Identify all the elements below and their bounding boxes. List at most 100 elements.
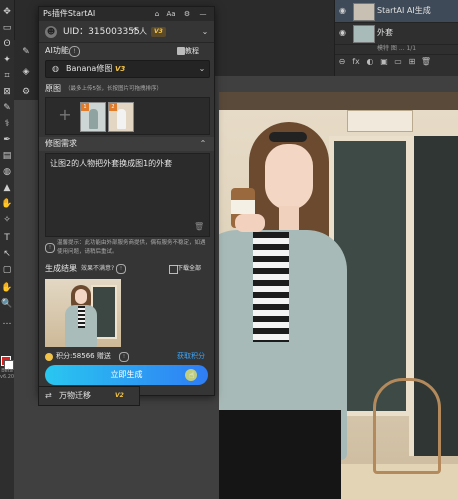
model-figure: [117, 109, 126, 129]
brush-panel-icon[interactable]: ✎: [20, 46, 32, 58]
requirement-text: 让图2的人物把外套换成图1的外套: [50, 159, 173, 168]
add-image-icon[interactable]: +: [56, 106, 74, 124]
plan-label: 个人: [131, 27, 147, 36]
zoom-tool-icon[interactable]: 🔍: [1, 298, 13, 310]
account-bar: ☻ UID：315003355 个人 V3 ⌄: [39, 23, 214, 41]
adjustment-layer-icon[interactable]: ▣: [377, 55, 391, 69]
stamp-tool-icon[interactable]: ▤: [1, 150, 13, 162]
type-tool-icon[interactable]: T: [1, 232, 13, 244]
layer-row[interactable]: ◉ StartAI AI生成: [335, 0, 458, 23]
delete-layer-icon[interactable]: 🗑: [419, 55, 433, 69]
points-balance: 积分:58566 赠送: [56, 352, 111, 360]
marquee-tool-icon[interactable]: ▭: [1, 22, 13, 34]
panel-icon-strip: ✎ ◈ ⚙: [14, 40, 38, 100]
lasso-tool-icon[interactable]: ʘ: [1, 38, 13, 50]
transfer-icon: ⇄: [45, 391, 52, 400]
more-tools-icon[interactable]: …: [1, 316, 13, 328]
result-feedback-link[interactable]: 效果不满意?: [81, 263, 114, 275]
mask-icon[interactable]: ◐: [363, 55, 377, 69]
divider: [39, 42, 214, 43]
chevron-up-icon[interactable]: ⌃: [197, 138, 209, 150]
visibility-eye-icon[interactable]: ◉: [339, 6, 349, 16]
requirement-section-header[interactable]: 修图需求 ⌃: [39, 137, 214, 151]
result-thumbnail[interactable]: [45, 279, 121, 347]
minimize-icon[interactable]: —: [197, 8, 209, 20]
uploaded-thumbnail[interactable]: 2: [108, 102, 134, 132]
rectangle-tool-icon[interactable]: ▢: [1, 264, 13, 276]
info-icon[interactable]: !: [69, 46, 80, 57]
transfer-label: 万物迁移: [59, 391, 91, 400]
path-selection-tool-icon[interactable]: ↖: [1, 248, 13, 260]
chevron-down-icon[interactable]: ⌄: [199, 26, 211, 38]
transfer-tool-panel[interactable]: ⇄ 万物迁移 V2: [38, 386, 140, 406]
layers-panel: ◉ StartAI AI生成 ◉ 外套 模特 图 ... 1/1 ⊖ fx ◐ ▣ ▭ ⊞…: [334, 0, 458, 76]
translate-icon[interactable]: Aa: [165, 8, 177, 20]
settings-icon[interactable]: ⚙: [181, 8, 193, 20]
model-photo: [219, 92, 458, 499]
link-layers-icon[interactable]: ⊖: [335, 55, 349, 69]
layer-row[interactable]: 模特 图 ... 1/1: [335, 44, 458, 55]
eyedropper-tool-icon[interactable]: ✎: [1, 102, 13, 114]
hand-cursor-icon: ☝: [189, 371, 195, 381]
dodge-tool-icon[interactable]: ✧: [1, 214, 13, 226]
generate-button[interactable]: 立即生成: [45, 365, 208, 385]
points-coin-icon: [45, 353, 53, 361]
crop-tool-icon[interactable]: ⌗: [1, 70, 13, 82]
layer-thumbnail: [353, 3, 375, 21]
layers-panel-icon[interactable]: ◈: [20, 66, 32, 78]
requirement-textarea[interactable]: 让图2的人物把外套换成图1的外套 🗑: [45, 153, 210, 237]
new-layer-icon[interactable]: ⊞: [405, 55, 419, 69]
smudge-tool-icon[interactable]: ✋: [1, 198, 13, 210]
original-image-label: 原图: [45, 84, 61, 93]
user-avatar-icon[interactable]: ☻: [45, 26, 57, 38]
requirement-title: 修图需求: [45, 139, 77, 148]
download-all-link[interactable]: 下载全部: [177, 263, 201, 275]
move-tool-icon[interactable]: ✥: [1, 6, 13, 18]
tools-panel: ✥ ▭ ʘ ✦ ⌗ ⊠ ✎ ⚕ ✒ ▤ ◍ ▲ ✋ ✧ T ↖ ▢ ✋ 🔍 … …: [0, 0, 19, 499]
notice-info-icon: !: [45, 243, 55, 253]
tutorial-link[interactable]: 教程: [185, 45, 199, 57]
home-icon[interactable]: ⌂: [151, 8, 163, 20]
function-version-badge: V3: [115, 65, 126, 73]
banana-edit-icon: ◍: [52, 64, 59, 73]
visibility-eye-icon[interactable]: ◉: [339, 28, 349, 38]
function-select[interactable]: ◍ Banana修图 V3 ⌄: [45, 60, 210, 78]
new-group-icon[interactable]: ▭: [391, 55, 405, 69]
info-icon[interactable]: !: [116, 264, 126, 274]
brush-tool-icon[interactable]: ✒: [1, 134, 13, 146]
settings-panel-icon[interactable]: ⚙: [20, 86, 32, 98]
uid-text: UID：315003355: [63, 27, 140, 37]
chevron-down-icon: ⌄: [198, 64, 206, 73]
eraser-tool-icon[interactable]: ◍: [1, 166, 13, 178]
layer-name: StartAI AI生成: [377, 6, 431, 15]
magic-wand-tool-icon[interactable]: ✦: [1, 54, 13, 66]
startai-plugin-panel: Ps插件StartAI ⌂ Aa ⚙ — ☻ UID：315003355 个人 …: [38, 6, 215, 396]
fx-icon[interactable]: fx: [349, 55, 363, 69]
thumbnail-index: 1: [81, 103, 89, 111]
beta-version-label: Beta v6.20.3: [0, 368, 19, 380]
gradient-tool-icon[interactable]: ▲: [1, 182, 13, 194]
tutorial-book-icon[interactable]: [177, 47, 185, 55]
function-select-value: Banana修图: [66, 64, 113, 73]
layer-name: 模特 图 ... 1/1: [377, 45, 417, 52]
plugin-titlebar: Ps插件StartAI ⌂ Aa ⚙ —: [39, 7, 214, 21]
hand-tool-icon[interactable]: ✋: [1, 282, 13, 294]
clear-trash-icon[interactable]: 🗑: [194, 222, 204, 232]
uploaded-thumbnail[interactable]: 1: [80, 102, 106, 132]
service-notice: 温馨提示：此功能由外部服务商提供，偶有服务不稳定，如遇使用问题，请稍后重试。: [57, 240, 206, 255]
original-image-upload: + 1 2: [45, 97, 210, 135]
transfer-version-badge: V2: [115, 392, 124, 399]
info-icon[interactable]: !: [119, 352, 129, 362]
thumbnail-index: 2: [109, 103, 117, 111]
layer-row[interactable]: ◉ 外套: [335, 22, 458, 45]
layers-footer: ⊖ fx ◐ ▣ ▭ ⊞ 🗑: [335, 55, 458, 69]
layer-thumbnail: [353, 25, 375, 43]
get-points-link[interactable]: 获取积分: [177, 350, 205, 363]
jacket-figure: [89, 109, 98, 129]
ai-function-label: AI功能: [45, 46, 69, 55]
plan-badge: V3: [151, 27, 166, 37]
frame-tool-icon[interactable]: ⊠: [1, 86, 13, 98]
healing-tool-icon[interactable]: ⚕: [1, 118, 13, 130]
rattan-chair: [373, 378, 441, 474]
result-label: 生成结果: [45, 264, 77, 273]
